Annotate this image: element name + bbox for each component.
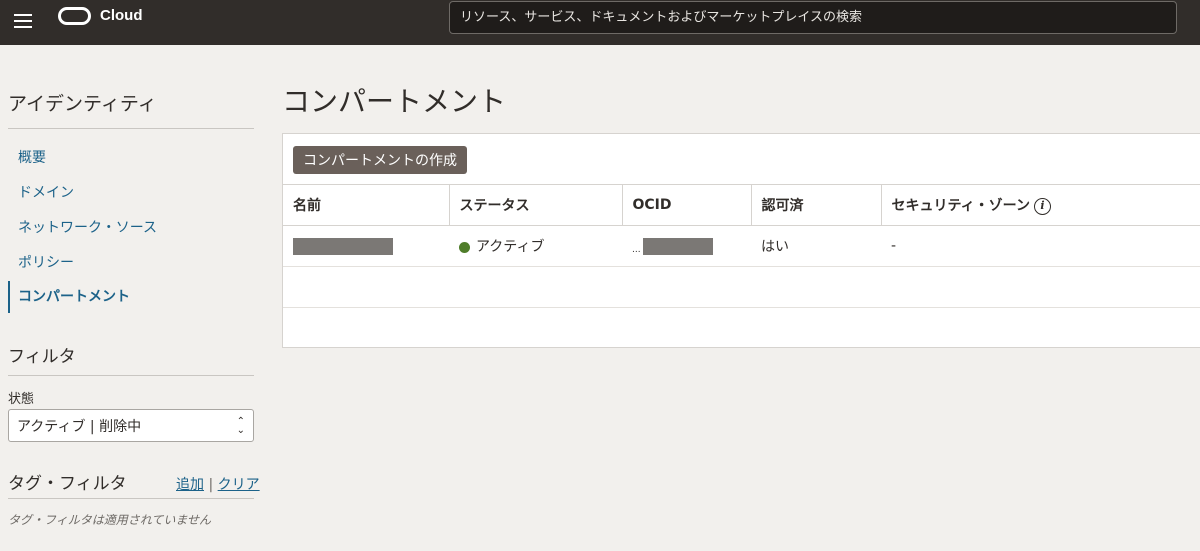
- compartment-name-cell[interactable]: [283, 225, 449, 267]
- top-bar: Cloud: [0, 0, 1200, 45]
- state-select-value: アクティブ | 削除中: [17, 418, 142, 435]
- filter-title: フィルタ: [8, 347, 76, 367]
- tag-add-link[interactable]: 追加: [176, 477, 204, 493]
- ocid-cell[interactable]: ...: [622, 225, 751, 267]
- security-zone-cell: -: [881, 225, 1200, 267]
- page-title: コンパートメント: [282, 85, 507, 118]
- status-text: アクティブ: [476, 239, 545, 255]
- status-active-dot-icon: [459, 241, 470, 253]
- column-header-name[interactable]: 名前: [283, 184, 450, 226]
- compartments-panel: コンパートメントの作成 名前 ステータス OCID 認可済 セキュリティ・ゾーン…: [282, 133, 1200, 348]
- sidebar-item-network-sources[interactable]: ネットワーク・ソース: [8, 211, 254, 246]
- menu-icon[interactable]: [14, 11, 34, 31]
- state-label: 状態: [8, 392, 35, 407]
- search-input[interactable]: [449, 1, 1177, 34]
- chevron-up-down-icon: ⌃ ⌄: [236, 416, 245, 436]
- sidebar-item-policies[interactable]: ポリシー: [8, 246, 254, 281]
- security-zone-label: セキュリティ・ゾーン: [891, 198, 1030, 214]
- divider: [8, 128, 254, 129]
- sidebar: アイデンティティ 概要 ドメイン ネットワーク・ソース ポリシー コンパートメン…: [0, 45, 270, 551]
- table-row: アクティブ ... はい -: [283, 225, 1200, 267]
- tag-link-separator: |: [208, 477, 214, 493]
- table-empty-row: [283, 266, 1200, 308]
- ocid-prefix: ...: [632, 244, 641, 255]
- compartments-table: 名前 ステータス OCID 認可済 セキュリティ・ゾーン i アクティブ ... …: [283, 184, 1200, 349]
- column-header-security-zone: セキュリティ・ゾーン i: [881, 184, 1200, 226]
- redacted-name: [293, 237, 393, 255]
- oracle-logo-icon[interactable]: [58, 7, 91, 25]
- brand-name[interactable]: Cloud: [100, 7, 143, 24]
- create-compartment-button[interactable]: コンパートメントの作成: [293, 146, 467, 174]
- column-header-ocid[interactable]: OCID: [622, 184, 752, 226]
- divider: [8, 498, 254, 499]
- tag-filter-title: タグ・フィルタ: [8, 474, 127, 494]
- sidebar-nav: 概要 ドメイン ネットワーク・ソース ポリシー コンパートメント: [8, 141, 254, 313]
- column-header-authorized[interactable]: 認可済: [751, 184, 882, 226]
- divider: [8, 375, 254, 376]
- sidebar-item-overview[interactable]: 概要: [8, 141, 254, 176]
- sidebar-item-compartments[interactable]: コンパートメント: [8, 281, 254, 313]
- column-header-status[interactable]: ステータス: [449, 184, 623, 226]
- sidebar-item-domains[interactable]: ドメイン: [8, 176, 254, 211]
- tag-filter-links: 追加 | クリア: [176, 474, 260, 494]
- redacted-ocid: [642, 237, 713, 255]
- sidebar-title: アイデンティティ: [8, 93, 157, 115]
- table-empty-row: [283, 308, 1200, 349]
- authorized-cell: はい: [751, 225, 881, 267]
- status-cell: アクティブ: [449, 225, 622, 267]
- info-icon[interactable]: i: [1033, 197, 1051, 215]
- state-select[interactable]: アクティブ | 削除中 ⌃ ⌄: [8, 409, 254, 442]
- tag-filter-empty-text: タグ・フィルタは適用されていません: [8, 513, 212, 527]
- tag-clear-link[interactable]: クリア: [218, 477, 260, 493]
